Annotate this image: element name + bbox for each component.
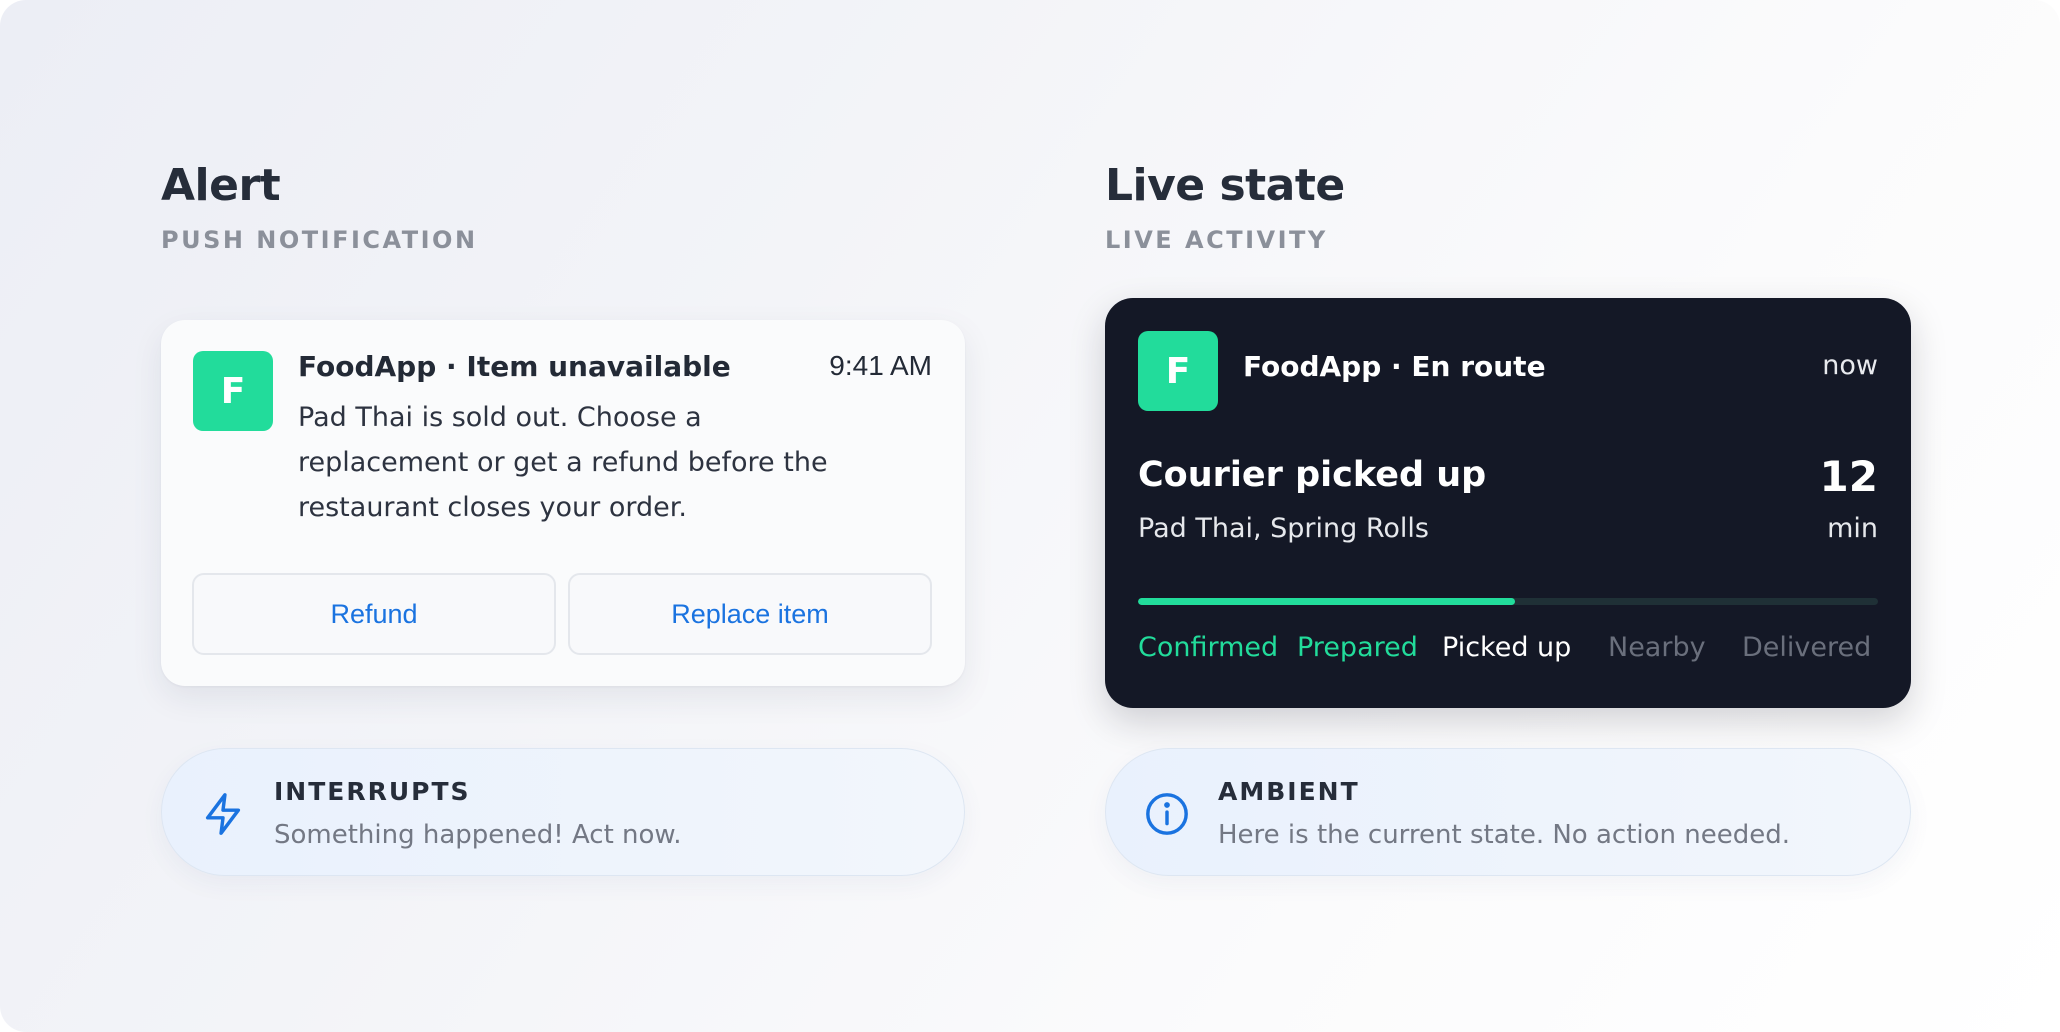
foodapp-app-icon: F [1138, 331, 1218, 411]
step-picked-up: Picked up [1442, 632, 1572, 663]
activity-heading: FoodApp · En route [1243, 350, 1546, 383]
step-prepared: Prepared [1297, 632, 1418, 663]
push-notification-card[interactable]: F FoodApp · Item unavailable 9:41 AM Pad… [161, 320, 965, 686]
delivery-progress-bar [1138, 598, 1878, 605]
foodapp-app-icon: F [193, 351, 273, 431]
eta-unit: min [1827, 513, 1878, 544]
step-confirmed: Confirmed [1138, 632, 1279, 663]
activity-items: Pad Thai, Spring Rolls [1138, 513, 1430, 544]
alert-section-title: Alert [161, 160, 281, 211]
interrupts-label: INTERRUPTS [274, 777, 471, 806]
notification-heading: FoodApp · Item unavailable [298, 350, 731, 383]
interrupts-description: Something happened! Act now. [274, 820, 682, 850]
refund-button[interactable]: Refund [192, 573, 556, 655]
ambient-description: Here is the current state. No action nee… [1218, 820, 1790, 850]
ambient-pill: AMBIENT Here is the current state. No ac… [1105, 748, 1911, 876]
eta-value: 12 [1819, 452, 1878, 501]
notification-time: 9:41 AM [829, 350, 932, 381]
activity-time: now [1822, 350, 1878, 381]
info-icon [1146, 793, 1188, 835]
live-section-subtitle: LIVE ACTIVITY [1105, 226, 1328, 254]
lightning-icon [205, 793, 241, 835]
interrupts-pill: INTERRUPTS Something happened! Act now. [161, 748, 965, 876]
app-icon-letter: F [1165, 350, 1191, 392]
step-nearby: Nearby [1608, 632, 1706, 663]
activity-status: Courier picked up [1138, 455, 1487, 495]
ambient-label: AMBIENT [1218, 777, 1360, 806]
notification-body: Pad Thai is sold out. Choose a replaceme… [298, 402, 828, 523]
delivery-progress-fill [1138, 598, 1516, 605]
app-icon-letter: F [220, 370, 246, 412]
live-activity-card[interactable]: F FoodApp · En route now Courier picked … [1105, 298, 1911, 708]
step-delivered: Delivered [1742, 632, 1872, 663]
canvas: Alert PUSH NOTIFICATION F FoodApp · Item… [0, 0, 2060, 1032]
live-section-title: Live state [1105, 160, 1345, 211]
alert-section-subtitle: PUSH NOTIFICATION [161, 226, 478, 254]
replace-item-button[interactable]: Replace item [568, 573, 932, 655]
